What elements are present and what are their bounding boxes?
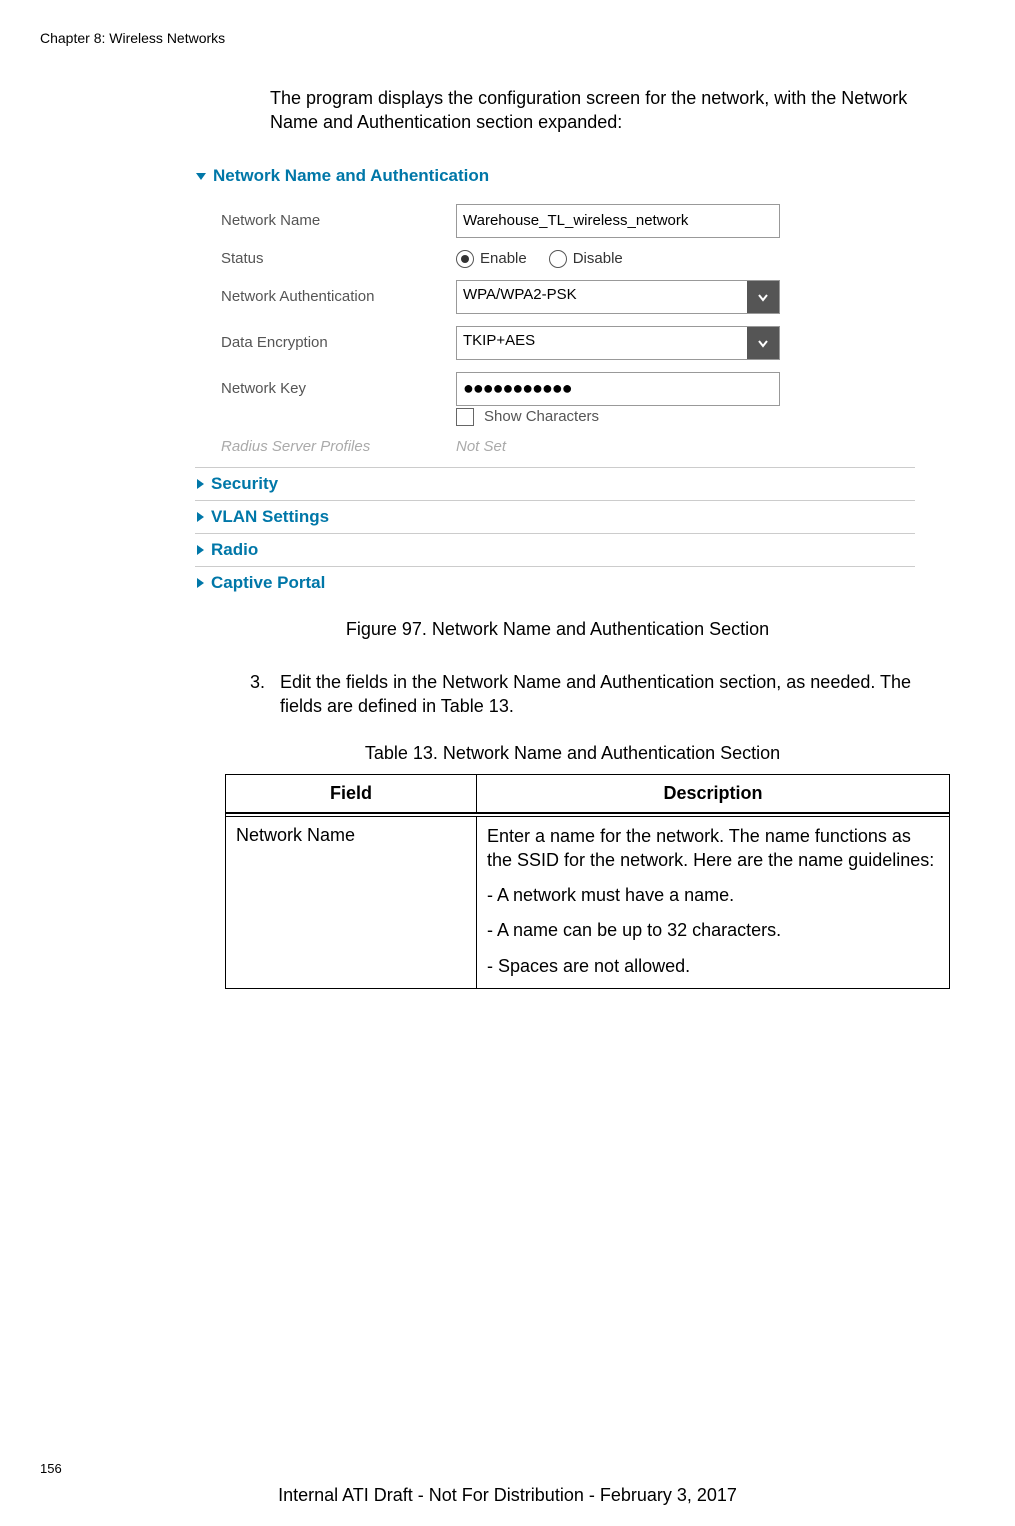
dropdown-button[interactable] (747, 327, 779, 359)
section-label: VLAN Settings (211, 507, 329, 527)
table-header-row: Field Description (226, 775, 950, 813)
net-auth-value: WPA/WPA2-PSK (457, 281, 747, 313)
desc-bullet: - A name can be up to 32 characters. (487, 919, 939, 942)
row-data-enc: Data Encryption TKIP+AES (221, 326, 915, 360)
chevron-down-icon (756, 336, 770, 350)
chevron-right-icon (195, 544, 205, 556)
config-screenshot: Network Name and Authentication Network … (195, 160, 915, 599)
row-status: Status Enable Disable (221, 250, 915, 268)
label-net-key: Network Key (221, 380, 456, 397)
th-description: Description (477, 775, 950, 813)
radio-disable-label: Disable (573, 250, 623, 267)
chevron-right-icon (195, 511, 205, 523)
net-auth-select[interactable]: WPA/WPA2-PSK (456, 280, 780, 314)
radio-icon (456, 250, 474, 268)
section-security[interactable]: Security (195, 468, 915, 501)
row-radius: Radius Server Profiles Not Set (221, 438, 915, 455)
label-data-enc: Data Encryption (221, 334, 456, 351)
desc-bullet: - A network must have a name. (487, 884, 939, 907)
dropdown-button[interactable] (747, 281, 779, 313)
radio-disable[interactable]: Disable (549, 250, 623, 268)
row-show-chars: Show Characters (456, 408, 915, 426)
data-enc-select[interactable]: TKIP+AES (456, 326, 780, 360)
table-caption: Table 13. Network Name and Authenticatio… (190, 743, 955, 764)
show-chars-label: Show Characters (484, 408, 599, 425)
th-field: Field (226, 775, 477, 813)
page-number: 156 (40, 1461, 62, 1476)
status-radio-group: Enable Disable (456, 250, 623, 268)
section-captive-portal[interactable]: Captive Portal (195, 567, 915, 599)
section-label: Radio (211, 540, 258, 560)
section-network-name-auth[interactable]: Network Name and Authentication (195, 160, 915, 192)
section-label: Security (211, 474, 278, 494)
section-vlan[interactable]: VLAN Settings (195, 501, 915, 534)
radio-icon (549, 250, 567, 268)
row-network-name: Network Name (221, 204, 915, 238)
cell-description: Enter a name for the network. The name f… (477, 817, 950, 989)
radio-enable-label: Enable (480, 250, 527, 267)
figure-caption: Figure 97. Network Name and Authenticati… (160, 619, 955, 640)
data-enc-value: TKIP+AES (457, 327, 747, 359)
chevron-right-icon (195, 577, 205, 589)
step-3: 3. Edit the fields in the Network Name a… (250, 670, 945, 719)
label-radius: Radius Server Profiles (221, 438, 456, 455)
show-chars-checkbox[interactable] (456, 408, 474, 426)
form-area: Network Name Status Enable Disable (221, 204, 915, 455)
chevron-down-icon (756, 290, 770, 304)
table-row: Network Name Enter a name for the networ… (226, 817, 950, 989)
step-body: Edit the fields in the Network Name and … (280, 670, 945, 719)
field-description-table: Field Description Network Name Enter a n… (225, 774, 950, 989)
radio-enable[interactable]: Enable (456, 250, 527, 268)
desc-bullet: - Spaces are not allowed. (487, 955, 939, 978)
step-number: 3. (250, 670, 280, 719)
label-net-auth: Network Authentication (221, 288, 456, 305)
row-net-auth: Network Authentication WPA/WPA2-PSK (221, 280, 915, 314)
label-network-name: Network Name (221, 212, 456, 229)
collapsed-sections: Security VLAN Settings Radio Captive Por… (195, 467, 915, 599)
intro-paragraph: The program displays the configuration s… (270, 86, 945, 135)
network-key-input[interactable] (456, 372, 780, 406)
chevron-down-icon (195, 170, 207, 182)
network-name-input[interactable] (456, 204, 780, 238)
footer-text: Internal ATI Draft - Not For Distributio… (0, 1485, 1015, 1506)
chapter-header: Chapter 8: Wireless Networks (40, 30, 955, 46)
section-title: Network Name and Authentication (213, 166, 489, 186)
chevron-right-icon (195, 478, 205, 490)
section-label: Captive Portal (211, 573, 325, 593)
desc-intro: Enter a name for the network. The name f… (487, 825, 939, 872)
row-net-key: Network Key (221, 372, 915, 406)
section-radio[interactable]: Radio (195, 534, 915, 567)
label-status: Status (221, 250, 456, 267)
cell-field: Network Name (226, 817, 477, 989)
radius-value: Not Set (456, 438, 506, 455)
